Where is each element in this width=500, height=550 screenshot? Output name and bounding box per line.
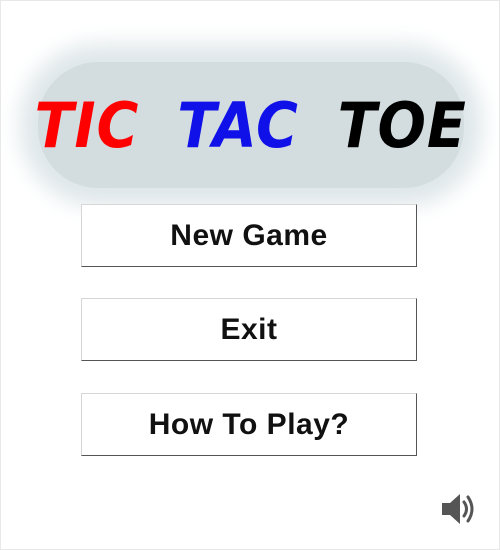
title-word-tac: TAC bbox=[177, 88, 299, 162]
title-word-toe: TOE bbox=[337, 88, 467, 162]
game-title: TIC TAC TOE bbox=[34, 62, 467, 188]
exit-button[interactable]: Exit bbox=[81, 298, 417, 361]
new-game-button[interactable]: New Game bbox=[81, 204, 417, 267]
speaker-icon[interactable] bbox=[439, 490, 479, 528]
title-word-tic: TIC bbox=[34, 88, 140, 162]
how-to-play-button[interactable]: How To Play? bbox=[81, 393, 417, 456]
title-banner: TIC TAC TOE bbox=[34, 62, 467, 188]
